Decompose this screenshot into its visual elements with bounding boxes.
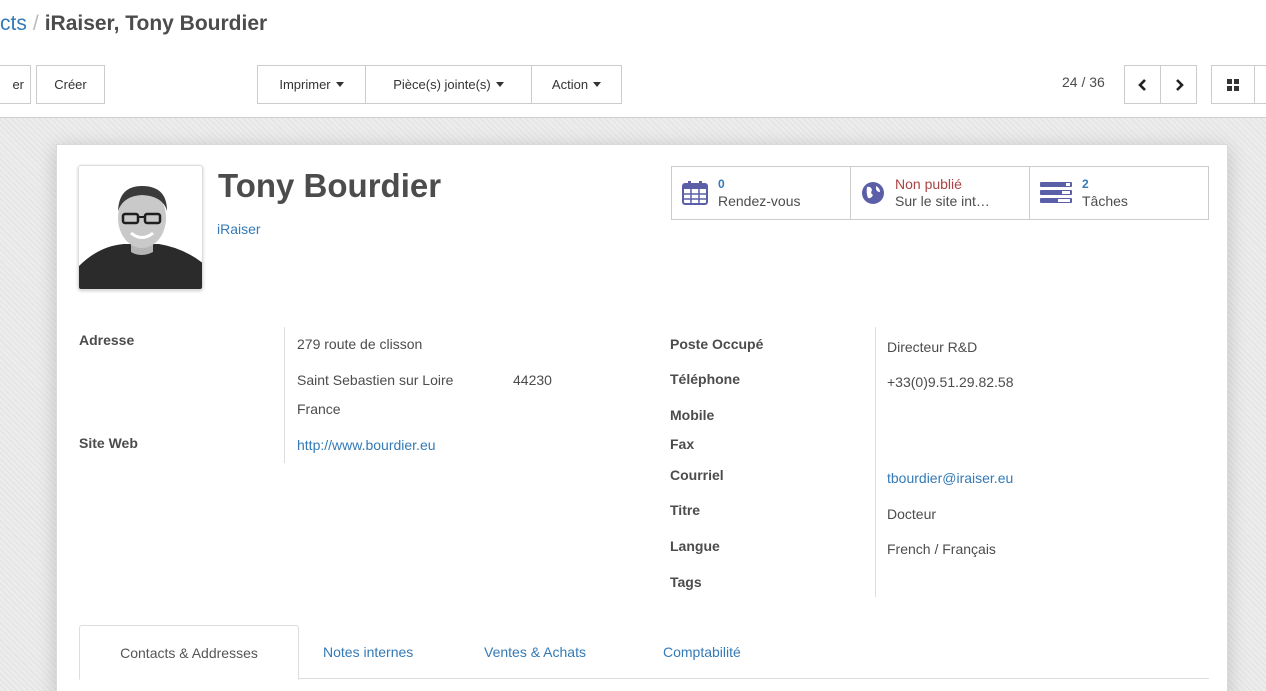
create-button-label: Créer	[54, 77, 87, 92]
tags-label: Tags	[670, 574, 702, 590]
pager-previous-button[interactable]	[1124, 65, 1161, 104]
function-label: Poste Occupé	[670, 336, 764, 352]
caret-down-icon	[593, 82, 602, 87]
website-publish-smart-button[interactable]: Non publié Sur le site int…	[851, 167, 1030, 219]
right-group-divider	[875, 327, 876, 597]
caret-down-icon	[495, 82, 504, 87]
kanban-view-button[interactable]	[1211, 65, 1255, 104]
function-field[interactable]: Directeur R&D	[887, 339, 977, 355]
smart-button-box: 0 Rendez-vous Non publié Sur le site int…	[671, 166, 1209, 220]
meetings-smart-button[interactable]: 0 Rendez-vous	[672, 167, 851, 219]
street-field[interactable]: 279 route de clisson	[297, 336, 422, 352]
tab-accounting[interactable]: Comptabilité	[663, 625, 741, 679]
pager-value[interactable]: 24 / 36	[1062, 74, 1105, 90]
avatar-photo	[79, 166, 202, 289]
grid-icon	[1227, 78, 1239, 91]
email-label: Courriel	[670, 467, 724, 483]
pager-next-button[interactable]	[1160, 65, 1197, 104]
title-field[interactable]: Docteur	[887, 506, 936, 522]
caret-down-icon	[335, 82, 344, 87]
website-status: Non publié	[895, 176, 962, 192]
meetings-label: Rendez-vous	[718, 193, 801, 209]
notebook-tabs: Contacts & Addresses Notes internes Vent…	[79, 625, 1209, 680]
meetings-count: 0	[718, 177, 725, 191]
attachments-dropdown-button[interactable]: Pièce(s) jointe(s)	[365, 65, 532, 104]
partner-name[interactable]: Tony Bourdier	[218, 167, 441, 205]
partner-avatar[interactable]	[78, 165, 203, 290]
title-label: Titre	[670, 502, 701, 518]
calendar-icon	[682, 181, 708, 205]
website-label: Sur le site int…	[895, 193, 990, 209]
print-button-label: Imprimer	[279, 77, 331, 92]
breadcrumb-parent-link[interactable]: cts	[0, 12, 27, 35]
form-view-button[interactable]	[1254, 65, 1266, 104]
tasks-icon	[1040, 182, 1072, 203]
tab-label: Comptabilité	[663, 644, 741, 660]
tab-label: Notes internes	[323, 644, 414, 660]
breadcrumb-separator: /	[32, 12, 39, 35]
edit-button[interactable]: er	[0, 65, 31, 104]
company-link[interactable]: iRaiser	[217, 221, 261, 237]
phone-field[interactable]: +33(0)9.51.29.82.58	[887, 374, 1014, 390]
attachments-button-label: Pièce(s) jointe(s)	[393, 77, 491, 92]
website-field-label: Site Web	[79, 435, 138, 451]
breadcrumb-current: iRaiser, Tony Bourdier	[44, 12, 268, 35]
mobile-label: Mobile	[670, 407, 715, 423]
breadcrumb: cts / iRaiser, Tony Bourdier	[0, 12, 267, 36]
control-panel: cts / iRaiser, Tony Bourdier er Créer Impr…	[0, 0, 1266, 118]
tasks-label: Tâches	[1082, 193, 1128, 209]
email-link[interactable]: tbourdier@iraiser.eu	[887, 470, 1013, 486]
language-label: Langue	[670, 538, 720, 554]
website-link[interactable]: http://www.bourdier.eu	[297, 437, 436, 453]
print-dropdown-button[interactable]: Imprimer	[257, 65, 366, 104]
tab-label: Contacts & Addresses	[120, 644, 258, 661]
zip-field[interactable]: 44230	[513, 372, 552, 388]
form-sheet: Tony Bourdier iRaiser 0 Rendez-vous Non …	[56, 144, 1228, 691]
left-group-divider	[284, 327, 285, 463]
fax-label: Fax	[670, 436, 695, 452]
tab-sales-purchases[interactable]: Ventes & Achats	[484, 625, 586, 679]
chevron-left-icon	[1137, 78, 1146, 91]
language-field[interactable]: French / Français	[887, 541, 996, 557]
tasks-smart-button[interactable]: 2 Tâches	[1030, 167, 1208, 219]
city-field[interactable]: Saint Sebastien sur Loire	[297, 372, 453, 388]
action-dropdown-button[interactable]: Action	[531, 65, 622, 104]
tab-contacts-addresses[interactable]: Contacts & Addresses	[79, 625, 299, 680]
chevron-right-icon	[1175, 78, 1184, 91]
country-field[interactable]: France	[297, 401, 341, 417]
phone-label: Téléphone	[670, 371, 741, 387]
address-label: Adresse	[79, 332, 135, 348]
globe-icon	[862, 182, 884, 204]
tab-internal-notes[interactable]: Notes internes	[323, 625, 413, 679]
tasks-count: 2	[1082, 177, 1089, 191]
create-button[interactable]: Créer	[36, 65, 105, 104]
action-button-label: Action	[551, 77, 589, 92]
tab-label: Ventes & Achats	[484, 644, 586, 660]
edit-button-label: er	[12, 77, 24, 92]
